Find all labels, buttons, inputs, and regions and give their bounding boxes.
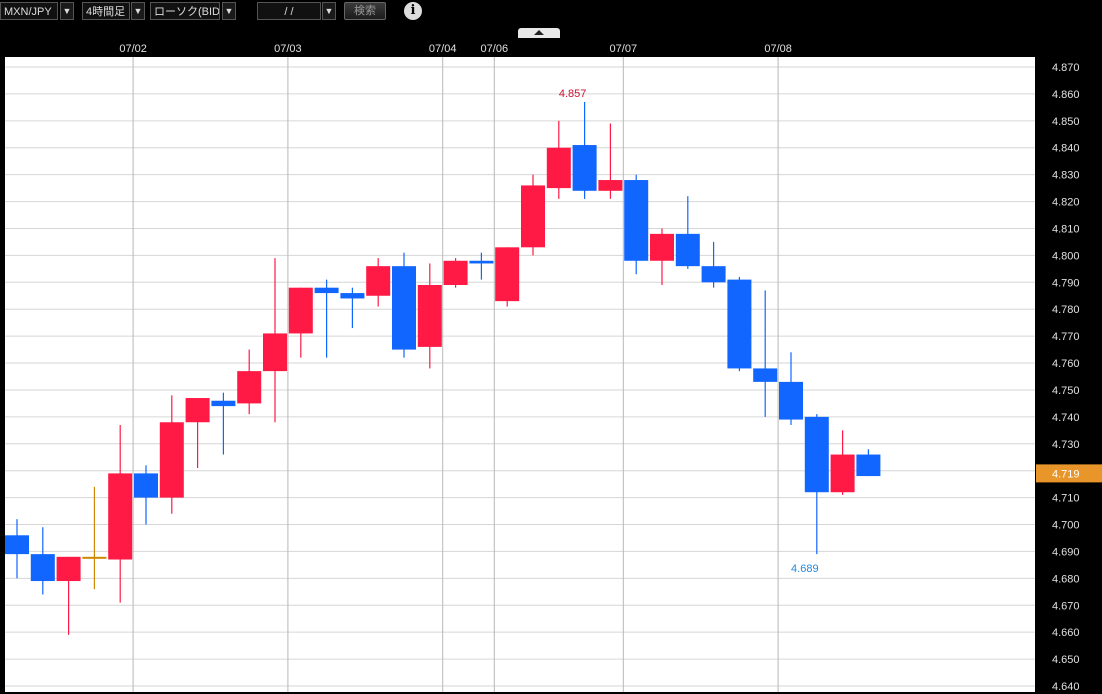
current-price-label: 4.719 — [1052, 468, 1080, 480]
y-tick-label: 4.760 — [1052, 358, 1080, 370]
candle-body — [288, 287, 313, 334]
x-tick-label: 07/08 — [764, 43, 792, 55]
candle-body — [159, 422, 184, 498]
y-tick-label: 4.710 — [1052, 493, 1080, 505]
triangle-up-icon — [534, 30, 544, 35]
candle-body — [856, 454, 881, 477]
y-tick-label: 4.860 — [1052, 89, 1080, 101]
y-tick-label: 4.840 — [1052, 143, 1080, 155]
chart-grid — [5, 57, 1035, 692]
x-tick-label: 07/02 — [119, 43, 147, 55]
candle-body — [572, 145, 597, 191]
candle-body — [56, 556, 81, 582]
plot-area — [5, 57, 1035, 692]
candle-body — [185, 398, 210, 423]
candle-body — [134, 473, 158, 498]
period-dropdown-icon[interactable]: ▼ — [131, 2, 145, 20]
candlestick-chart[interactable]: 4.640 4.650 4.660 4.670 4.680 4.690 4.700 4.710… — [0, 38, 1102, 694]
period-select[interactable]: 4時間足 — [82, 2, 130, 20]
search-button[interactable]: 検索 — [344, 2, 386, 20]
low-price-label: 4.689 — [791, 563, 819, 575]
y-tick-label: 4.700 — [1052, 520, 1080, 532]
candle-body — [314, 287, 339, 294]
candle-body — [650, 233, 674, 261]
y-tick-label: 4.680 — [1052, 573, 1080, 585]
candle-body — [546, 147, 571, 189]
y-tick-label: 4.800 — [1052, 250, 1080, 262]
y-tick-label: 4.870 — [1052, 62, 1080, 74]
candle-body — [443, 260, 468, 285]
x-tick-label: 07/06 — [481, 43, 509, 55]
y-tick-label: 4.780 — [1052, 304, 1080, 316]
candle-body — [108, 473, 133, 560]
candle-body — [211, 400, 236, 407]
candle-body — [701, 266, 726, 283]
candle-body — [340, 293, 365, 299]
candle-body — [675, 233, 700, 267]
y-tick-label: 4.820 — [1052, 197, 1080, 209]
candle-body — [5, 535, 29, 555]
candle-body — [521, 185, 545, 248]
y-tick-label: 4.650 — [1052, 654, 1080, 666]
candle-body — [366, 266, 391, 296]
high-price-label: 4.857 — [559, 88, 587, 100]
candle-body — [779, 381, 803, 420]
toolbar: MXN/JPY ▼ 4時間足 ▼ ローソク(BID) ▼ / / ▼ 検索 i — [0, 0, 1102, 24]
y-tick-label: 4.660 — [1052, 627, 1080, 639]
y-tick-label: 4.850 — [1052, 116, 1080, 128]
info-icon[interactable]: i — [404, 2, 422, 20]
candle-body — [237, 371, 262, 404]
candle-body — [417, 284, 442, 347]
collapse-toolbar-button[interactable] — [518, 28, 560, 38]
y-tick-label: 4.810 — [1052, 223, 1080, 235]
candle-body — [727, 279, 752, 369]
x-tick-label: 07/04 — [429, 43, 457, 55]
candle-body — [469, 260, 494, 264]
date-dropdown-icon[interactable]: ▼ — [322, 2, 336, 20]
x-tick-label: 07/03 — [274, 43, 302, 55]
y-tick-label: 4.730 — [1052, 439, 1080, 451]
candle-body — [624, 180, 649, 261]
candle-body — [82, 556, 107, 559]
y-tick-label: 4.750 — [1052, 385, 1080, 397]
candle-body — [753, 368, 778, 382]
y-tick-label: 4.640 — [1052, 681, 1080, 693]
y-tick-label: 4.690 — [1052, 546, 1080, 558]
symbol-select[interactable]: MXN/JPY — [0, 2, 58, 20]
y-tick-label: 4.740 — [1052, 412, 1080, 424]
y-tick-label: 4.670 — [1052, 600, 1080, 612]
candle-body — [392, 266, 416, 350]
y-tick-label: 4.830 — [1052, 170, 1080, 182]
x-tick-label: 07/07 — [610, 43, 638, 55]
date-input[interactable]: / / — [257, 2, 321, 20]
y-tick-label: 4.770 — [1052, 331, 1080, 343]
candle-body — [830, 454, 855, 493]
symbol-dropdown-icon[interactable]: ▼ — [60, 2, 74, 20]
y-tick-label: 4.790 — [1052, 277, 1080, 289]
candle-body — [495, 247, 520, 302]
candle-body — [263, 333, 287, 372]
candle-body — [598, 180, 623, 191]
candle-body — [804, 416, 829, 493]
candle-body — [30, 554, 55, 582]
price-type-select[interactable]: ローソク(BID) — [150, 2, 220, 20]
price-type-dropdown-icon[interactable]: ▼ — [222, 2, 236, 20]
